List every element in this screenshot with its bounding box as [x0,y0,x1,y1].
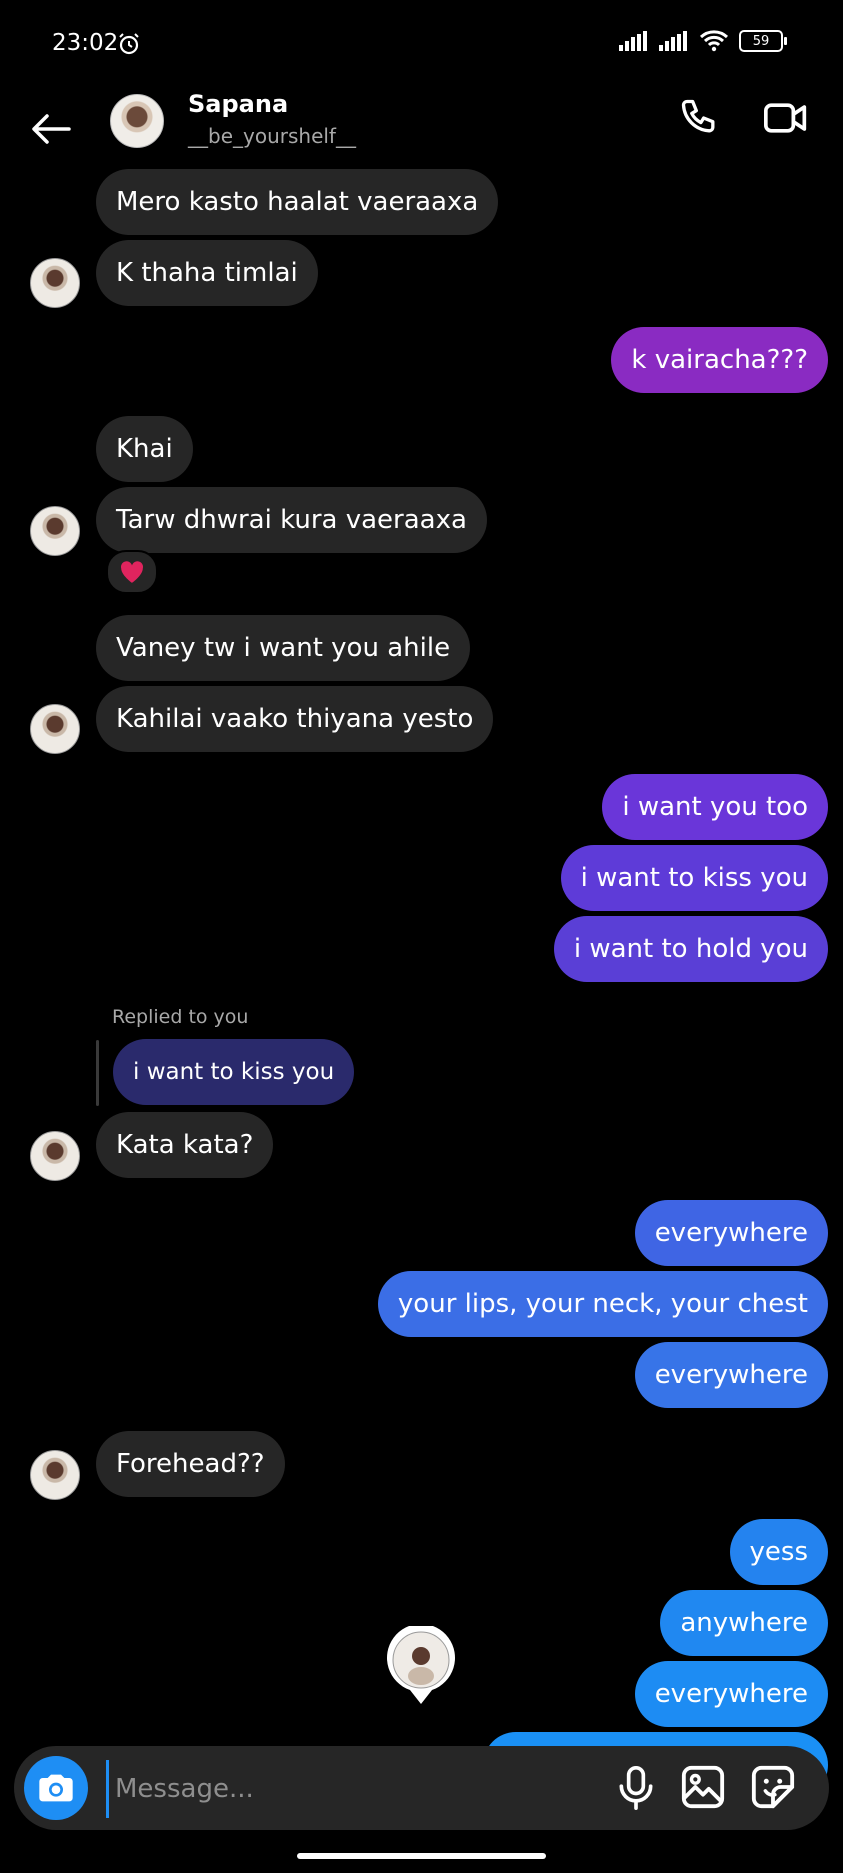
message-outgoing[interactable]: i want you too [602,774,828,840]
status-bar: 23:02 59 [0,0,843,90]
sender-avatar[interactable] [30,704,80,754]
sticker-icon [751,1765,795,1809]
message-outgoing[interactable]: your lips, your neck, your chest [377,1271,828,1337]
video-camera-icon [763,103,807,133]
alarm-icon [117,32,141,60]
video-call-button[interactable] [762,96,814,146]
camera-icon [39,1774,73,1802]
sticker-button[interactable] [750,1764,800,1814]
sender-avatar[interactable] [30,1131,80,1181]
heart-reaction[interactable] [106,550,158,594]
message-outgoing[interactable]: i want to kiss you [560,845,828,911]
camera-button[interactable] [24,1756,88,1820]
gallery-button[interactable] [680,1764,730,1814]
message-outgoing[interactable]: anywhere [660,1590,828,1656]
message-incoming[interactable]: Kata kata? [96,1112,274,1178]
heart-icon [121,561,144,583]
message-incoming[interactable]: Kahilai vaako thiyana yesto [96,686,494,752]
back-button[interactable] [26,104,76,154]
message-outgoing[interactable]: everywhere [634,1342,828,1408]
image-icon [681,1765,725,1809]
seen-avatar-indicator [387,1626,455,1704]
microphone-button[interactable] [614,1764,664,1814]
home-indicator[interactable] [297,1853,546,1859]
message-incoming[interactable]: Mero kasto haalat vaeraaxa [96,169,499,235]
phone-icon [681,99,715,133]
voice-call-button[interactable] [678,96,728,146]
battery-level: 59 [752,33,770,49]
wifi-icon [699,30,729,52]
message-outgoing[interactable]: k vairacha??? [611,327,828,393]
sender-avatar[interactable] [30,1450,80,1500]
sender-avatar[interactable] [30,506,80,556]
contact-name[interactable]: Sapana [188,90,288,118]
chat-header: Sapana __be_yourshelf__ [0,90,843,172]
message-incoming[interactable]: Tarw dhwrai kura vaeraaxa [96,487,487,553]
contact-handle[interactable]: __be_yourshelf__ [188,124,356,148]
message-outgoing[interactable]: yess [729,1519,828,1585]
message-composer [14,1746,829,1830]
message-input[interactable] [106,1760,617,1818]
status-time: 23:02 [52,30,119,56]
sender-avatar[interactable] [30,258,80,308]
message-incoming[interactable]: Forehead?? [96,1431,285,1497]
reply-label: Replied to you [112,1006,249,1028]
reply-indicator-bar [96,1040,99,1106]
message-incoming[interactable]: Khai [96,416,193,482]
battery-icon: 59 [739,30,787,52]
message-outgoing[interactable]: i want to hold you [553,916,828,982]
message-incoming[interactable]: K thaha timlai [96,240,318,306]
contact-avatar[interactable] [110,94,164,148]
message-incoming[interactable]: Vaney tw i want you ahile [96,615,471,681]
message-outgoing[interactable]: everywhere [634,1200,828,1266]
back-arrow-icon [32,114,71,144]
message-outgoing[interactable]: everywhere [634,1661,828,1727]
status-icons: 59 [619,30,787,52]
signal-icon [619,31,647,51]
quoted-message[interactable]: i want to kiss you [113,1039,355,1105]
signal-icon [659,31,687,51]
microphone-icon [619,1766,653,1810]
